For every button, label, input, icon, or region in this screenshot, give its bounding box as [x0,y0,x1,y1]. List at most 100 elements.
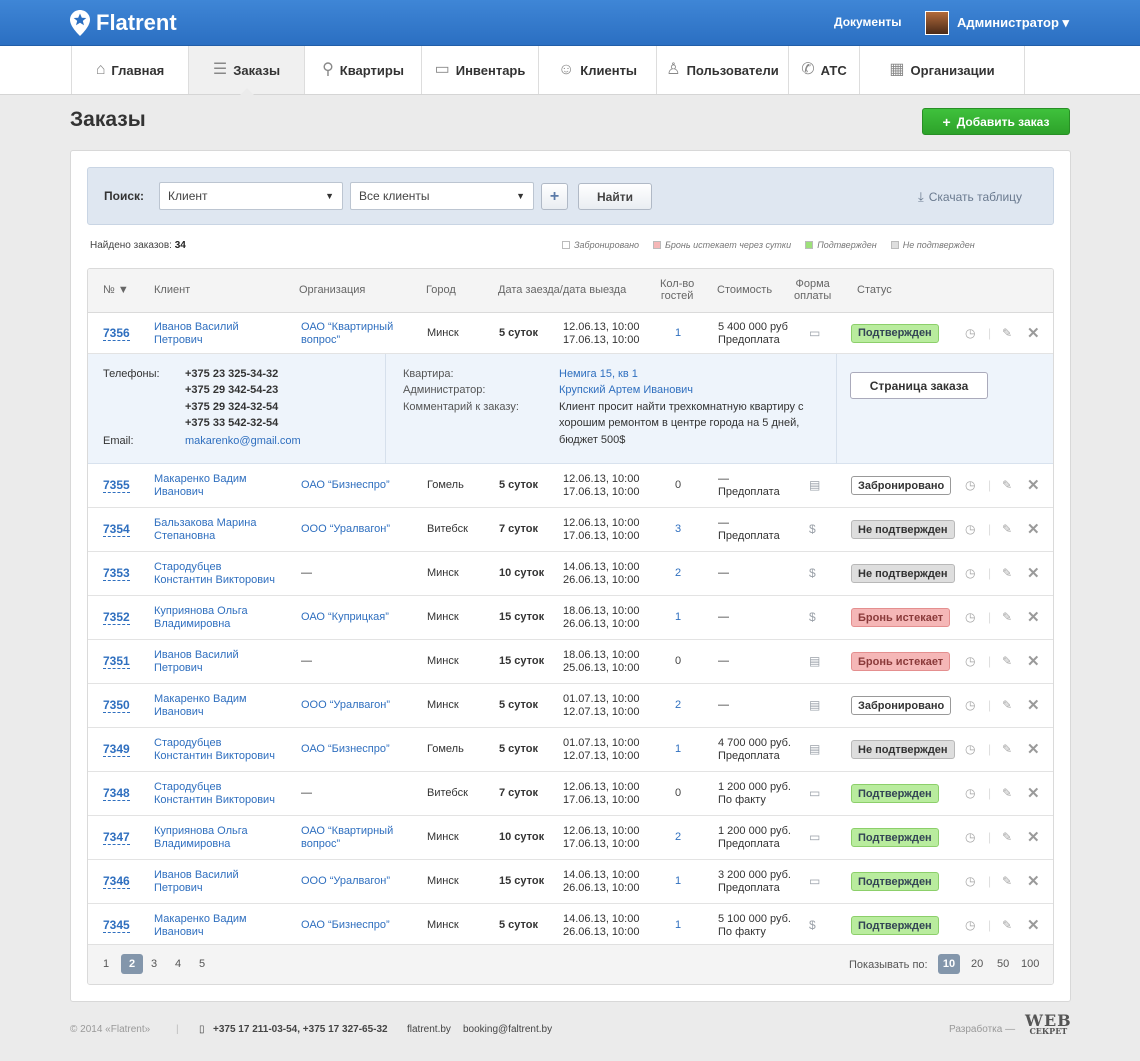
client-link-line-2[interactable]: Константин Викторович [154,574,275,587]
organization-link[interactable]: ОАО “Квартирный [301,825,393,838]
edit-icon[interactable]: ✎ [1002,611,1012,623]
organization-link[interactable]: ОАО “Куприцкая” [301,611,389,624]
developer-logo[interactable]: WEB СЕКРЕТ [1025,1013,1072,1037]
edit-icon[interactable]: ✎ [1002,919,1012,931]
page-size-option[interactable]: 10 [938,954,960,974]
guests-count[interactable]: 1 [675,611,681,624]
order-number-link[interactable]: 7351 [103,655,130,669]
organization-link[interactable]: ОАО “Бизнеспро” [301,743,390,756]
history-icon[interactable]: ◷ [965,611,975,623]
footer-site[interactable]: flatrent.by [407,1024,451,1035]
order-number-link[interactable]: 7356 [103,326,130,341]
client-link-line-2[interactable]: Константин Викторович [154,794,275,807]
guests-count[interactable]: 1 [675,743,681,756]
guests-count[interactable]: 1 [675,327,681,340]
history-icon[interactable]: ◷ [965,699,975,711]
col-cost[interactable]: Стоимость [717,284,772,296]
page-size-option[interactable]: 20 [971,958,983,970]
client-link-line-2[interactable]: Иванович [154,926,204,939]
user-menu[interactable]: Администратор ▾ [925,11,1069,35]
client-link-line-2[interactable]: Петрович [154,882,203,895]
client-link-line-2[interactable]: Степановна [154,530,215,543]
order-number-link[interactable]: 7348 [103,787,130,801]
add-order-button[interactable]: + Добавить заказ [922,108,1070,135]
order-page-button[interactable]: Страница заказа [850,372,988,399]
tab-inventory[interactable]: ▭ Инвентарь [422,46,539,94]
delete-icon[interactable]: ✕ [1027,874,1040,889]
client-link-line-2[interactable]: Владимировна [154,838,230,851]
flat-link[interactable]: Немига 15, кв 1 [559,368,638,381]
table-row[interactable]: 7354 Бальзакова Марина Степановна ООО “Урал… [88,508,1053,552]
table-row[interactable]: 7347 Куприянова Ольга Владимировна ОАО “Ква… [88,816,1053,860]
organization-link[interactable]: ОАО “Бизнеспро” [301,479,390,492]
page-size-option[interactable]: 100 [1021,958,1039,970]
order-number-link[interactable]: 7349 [103,743,130,757]
order-number-link[interactable]: 7353 [103,567,130,581]
history-icon[interactable]: ◷ [965,743,975,755]
table-row[interactable]: 7351 Иванов Василий Петрович — Минск 15 суток… [88,640,1053,684]
col-guests[interactable]: Кол-во гостей [660,278,694,302]
tab-flats[interactable]: ⚲ Квартиры [305,46,422,94]
guests-count[interactable]: 2 [675,567,681,580]
history-icon[interactable]: ◷ [965,831,975,843]
client-link[interactable]: Макаренко Вадим [154,473,247,486]
tab-home[interactable]: ⌂ Главная [72,46,189,94]
download-table-link[interactable]: ⤓ Скачать таблицу [918,189,1022,205]
client-link-line-2[interactable]: Владимировна [154,618,230,631]
edit-icon[interactable]: ✎ [1002,523,1012,535]
edit-icon[interactable]: ✎ [1002,831,1012,843]
table-row[interactable]: 7356 Иванов Василий Петрович ОАО “Квартирны… [88,313,1053,354]
history-icon[interactable]: ◷ [965,479,975,491]
client-link-line-2[interactable]: Петрович [154,334,203,347]
order-number-link[interactable]: 7345 [103,919,130,933]
client-link-line-2[interactable]: Иванович [154,486,204,499]
table-row[interactable]: 7346 Иванов Василий Петрович ООО “Уралвагон… [88,860,1053,904]
col-dates[interactable]: Дата заезда/дата выезда [498,284,626,296]
col-city[interactable]: Город [426,284,456,296]
tab-users[interactable]: ♙ Пользователи [657,46,789,94]
edit-icon[interactable]: ✎ [1002,567,1012,579]
page-link[interactable]: 5 [199,958,205,970]
guests-count[interactable]: 2 [675,831,681,844]
organization-link[interactable]: ОАО “Квартирный [301,321,393,334]
history-icon[interactable]: ◷ [965,787,975,799]
col-client[interactable]: Клиент [154,284,190,296]
tab-clients[interactable]: ☺ Клиенты [539,46,657,94]
client-link[interactable]: Стародубцев [154,737,221,750]
add-filter-button[interactable]: + [541,183,568,210]
delete-icon[interactable]: ✕ [1027,654,1040,669]
tab-ats[interactable]: ✆ АТС [789,46,860,94]
history-icon[interactable]: ◷ [965,875,975,887]
history-icon[interactable]: ◷ [965,919,975,931]
table-row[interactable]: 7349 Стародубцев Константин Викторович ОАО … [88,728,1053,772]
client-link[interactable]: Иванов Василий [154,869,239,882]
find-button[interactable]: Найти [578,183,652,210]
table-row[interactable]: 7355 Макаренко Вадим Иванович ОАО “Бизнеспр… [88,464,1053,508]
order-number-link[interactable]: 7350 [103,699,130,713]
page-link[interactable]: 1 [103,958,109,970]
guests-count[interactable]: 2 [675,699,681,712]
search-field-select[interactable]: Клиент ▼ [159,182,343,210]
organization-link-line-2[interactable]: вопрос” [301,838,340,851]
edit-icon[interactable]: ✎ [1002,655,1012,667]
email-link[interactable]: makarenko@gmail.com [185,435,301,448]
delete-icon[interactable]: ✕ [1027,566,1040,581]
admin-link[interactable]: Крупский Артем Иванович [559,384,693,397]
edit-icon[interactable]: ✎ [1002,479,1012,491]
organization-link[interactable]: ООО “Уралвагон” [301,875,390,888]
tab-organizations[interactable]: ▦ Организации [860,46,1025,94]
client-link[interactable]: Стародубцев [154,561,221,574]
guests-count[interactable]: 1 [675,919,681,932]
col-status[interactable]: Статус [857,284,892,296]
edit-icon[interactable]: ✎ [1002,743,1012,755]
order-number-link[interactable]: 7346 [103,875,130,889]
organization-link[interactable]: ОАО “Бизнеспро” [301,919,390,932]
table-row[interactable]: 7352 Куприянова Ольга Владимировна ОАО “Куп… [88,596,1053,640]
history-icon[interactable]: ◷ [965,523,975,535]
client-link-line-2[interactable]: Иванович [154,706,204,719]
table-row[interactable]: 7348 Стародубцев Константин Викторович — Вит… [88,772,1053,816]
organization-link[interactable]: ООО “Уралвагон” [301,523,390,536]
delete-icon[interactable]: ✕ [1027,830,1040,845]
history-icon[interactable]: ◷ [965,567,975,579]
order-number-link[interactable]: 7355 [103,479,130,493]
